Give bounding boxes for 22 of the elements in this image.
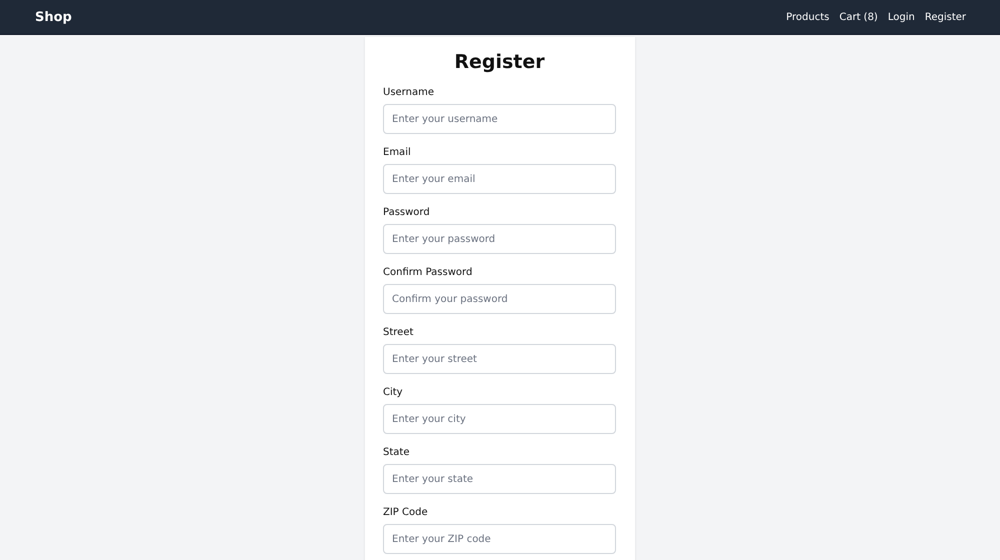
input-field[interactable]: Enter your username (383, 104, 616, 134)
brand-link[interactable]: Shop (35, 10, 72, 24)
field-label: State (383, 447, 410, 458)
nav-link[interactable]: Products (786, 12, 830, 22)
nav-link[interactable]: Cart (8) (839, 12, 878, 22)
nav-link[interactable]: Register (924, 12, 966, 22)
nav-link[interactable]: Login (888, 12, 915, 22)
input-field[interactable]: Confirm your password (383, 284, 616, 314)
input-field[interactable]: Enter your street (383, 344, 616, 374)
field-label: Password (383, 207, 431, 218)
field-label: Email (383, 147, 412, 158)
input-field[interactable]: Enter your ZIP code (383, 524, 616, 554)
field-label: City (383, 387, 404, 398)
field-label: Street (383, 327, 414, 338)
input-field[interactable]: Enter your state (383, 464, 616, 494)
input-field[interactable]: Enter your email (383, 164, 616, 194)
input-field[interactable]: Enter your city (383, 404, 616, 434)
field-label: Confirm Password (383, 267, 474, 278)
field-label: Username (383, 87, 435, 98)
input-field[interactable]: Enter your password (383, 224, 616, 254)
field-label: ZIP Code (383, 507, 429, 518)
form-title: Register (453, 51, 546, 73)
